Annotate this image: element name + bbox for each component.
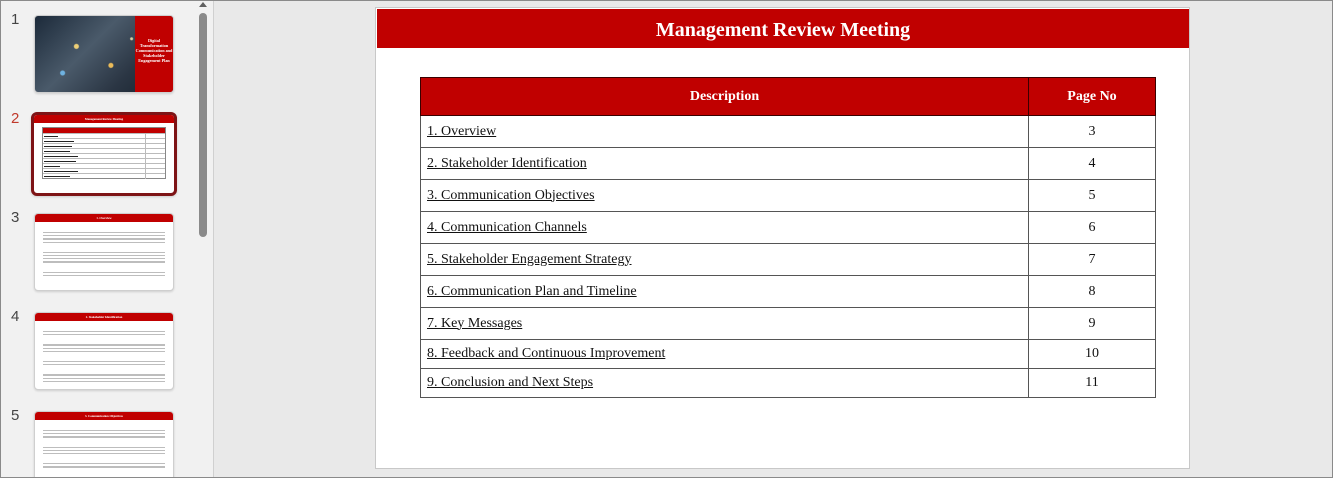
thumbnail-scrollbar[interactable] <box>194 1 213 477</box>
table-row: 9. Conclusion and Next Steps 11 <box>420 368 1156 398</box>
thumbnail-number: 2 <box>11 110 20 127</box>
thumbnail-number: 1 <box>11 11 20 28</box>
table-row: 2. Stakeholder Identification 4 <box>420 147 1156 180</box>
toc-link[interactable]: 4. Communication Channels <box>420 211 1029 244</box>
page-number-cell[interactable]: 9 <box>1028 307 1156 340</box>
scroll-up-arrow-icon[interactable] <box>199 2 207 7</box>
table-row: 1. Overview 3 <box>420 115 1156 148</box>
thumbnail-text-lines <box>35 321 173 382</box>
toc-link[interactable]: 9. Conclusion and Next Steps <box>420 368 1029 398</box>
toc-link[interactable]: 1. Overview <box>420 115 1029 148</box>
page-number-cell[interactable]: 4 <box>1028 147 1156 180</box>
thumbnail-row-1: 1 Digital Transformation Communication a… <box>1 11 194 101</box>
table-row: 8. Feedback and Continuous Improvement 1… <box>420 339 1156 369</box>
thumbnail-mini-table <box>42 127 166 179</box>
pane-divider[interactable] <box>213 1 214 477</box>
thumbnail-text-lines <box>35 222 173 276</box>
toc-link[interactable]: 8. Feedback and Continuous Improvement <box>420 339 1029 369</box>
thumbnail-title: 1. Overview <box>35 214 173 222</box>
thumbnail-number: 3 <box>11 209 20 226</box>
toc-link[interactable]: 3. Communication Objectives <box>420 179 1029 212</box>
thumbnail-number: 5 <box>11 407 20 424</box>
thumbnail-row-2: 2 Management Review Meeting <box>1 110 194 200</box>
page-number-cell[interactable]: 8 <box>1028 275 1156 308</box>
slide-thumbnail-5[interactable]: 3. Communication Objectives <box>34 411 174 477</box>
slide-canvas[interactable]: Management Review Meeting Description Pa… <box>375 7 1190 469</box>
thumbnail-number: 4 <box>11 308 20 325</box>
thumbnail-row-4: 4 2. Stakeholder Identification <box>1 308 194 398</box>
slide-thumbnail-2[interactable]: Management Review Meeting <box>31 112 177 196</box>
toc-link[interactable]: 5. Stakeholder Engagement Strategy <box>420 243 1029 276</box>
slide-thumbnail-3[interactable]: 1. Overview <box>34 213 174 291</box>
thumbnail-title: 2. Stakeholder Identification <box>35 313 173 321</box>
table-row: 5. Stakeholder Engagement Strategy 7 <box>420 243 1156 276</box>
thumbnail-row-5: 5 3. Communication Objectives <box>1 407 194 477</box>
page-number-cell[interactable]: 10 <box>1028 339 1156 369</box>
page-number-cell[interactable]: 6 <box>1028 211 1156 244</box>
toc-link[interactable]: 6. Communication Plan and Timeline <box>420 275 1029 308</box>
thumbnail-row-3: 3 1. Overview <box>1 209 194 299</box>
column-header-description[interactable]: Description <box>420 77 1029 116</box>
slide-thumbnail-4[interactable]: 2. Stakeholder Identification <box>34 312 174 390</box>
table-row: 6. Communication Plan and Timeline 8 <box>420 275 1156 308</box>
thumbnail-title: 3. Communication Objectives <box>35 412 173 420</box>
page-number-cell[interactable]: 7 <box>1028 243 1156 276</box>
toc-link[interactable]: 2. Stakeholder Identification <box>420 147 1029 180</box>
page-number-cell[interactable]: 5 <box>1028 179 1156 212</box>
thumbnail-text-lines <box>35 420 173 468</box>
thumbnail-title: Management Review Meeting <box>34 115 174 123</box>
cover-title-band: Digital Transformation Communication and… <box>135 16 173 92</box>
table-row: 3. Communication Objectives 5 <box>420 179 1156 212</box>
slide-thumbnail-pane: 1 Digital Transformation Communication a… <box>1 1 194 477</box>
toc-table[interactable]: Description Page No 1. Overview 3 2. Sta… <box>420 77 1156 398</box>
slide-title[interactable]: Management Review Meeting <box>377 9 1189 48</box>
page-number-cell[interactable]: 11 <box>1028 368 1156 398</box>
column-header-page[interactable]: Page No <box>1028 77 1156 116</box>
page-number-cell[interactable]: 3 <box>1028 115 1156 148</box>
table-row: 4. Communication Channels 6 <box>420 211 1156 244</box>
table-row: 7. Key Messages 9 <box>420 307 1156 340</box>
toc-link[interactable]: 7. Key Messages <box>420 307 1029 340</box>
slide-thumbnail-1[interactable]: Digital Transformation Communication and… <box>34 15 174 93</box>
scrollbar-thumb[interactable] <box>199 13 207 237</box>
